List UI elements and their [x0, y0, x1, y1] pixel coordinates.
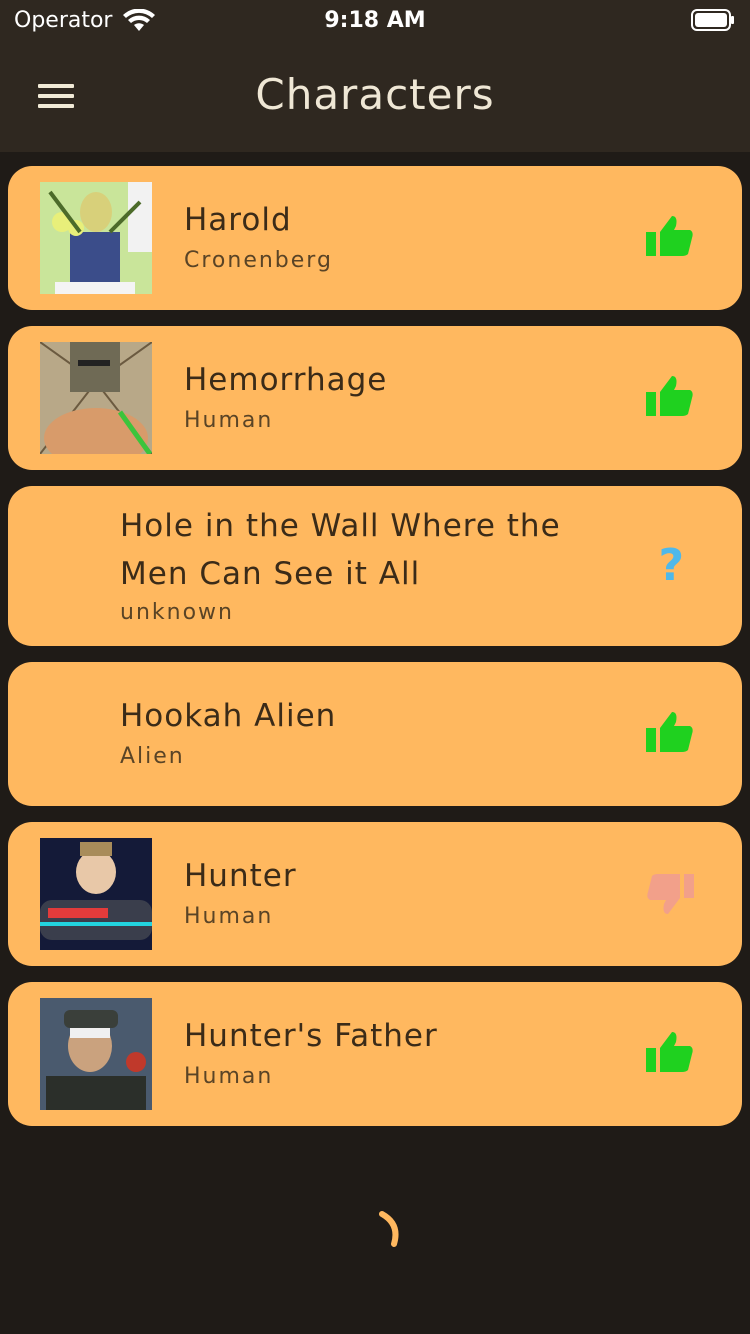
character-card[interactable]: Hemorrhage Human	[8, 326, 742, 470]
thumbs-up-icon	[646, 712, 693, 752]
character-species: Cronenberg	[184, 248, 333, 273]
thumbs-down-icon	[647, 874, 694, 914]
character-card[interactable]: Hookah Alien Alien	[8, 662, 742, 806]
character-avatar	[40, 838, 152, 950]
character-name: Harold	[184, 202, 292, 238]
character-avatar	[40, 182, 152, 294]
character-species: Human	[184, 1064, 274, 1089]
battery-icon	[691, 9, 734, 31]
character-card[interactable]: Harold Cronenberg	[8, 166, 742, 310]
character-card[interactable]: Hunter Human	[8, 822, 742, 966]
character-name: Hunter's Father	[184, 1018, 438, 1054]
character-name: Hole in the Wall Where the Men Can See i…	[120, 508, 561, 592]
loading-spinner-icon	[379, 1211, 399, 1247]
app-bar: Characters	[0, 42, 750, 152]
clock: 9:18 AM	[324, 8, 426, 33]
character-card[interactable]: Hole in the Wall Where the Men Can See i…	[8, 486, 742, 646]
character-species: Human	[184, 408, 274, 433]
character-species: Alien	[120, 744, 185, 769]
thumbs-up-icon	[646, 216, 693, 256]
character-name: Hemorrhage	[184, 362, 388, 398]
status-bar: Operator 9:18 AM	[0, 0, 750, 42]
page-title: Characters	[255, 70, 495, 119]
question-mark-icon: ?	[658, 540, 684, 591]
character-name: Hunter	[184, 858, 297, 894]
thumbs-up-icon	[646, 376, 693, 416]
character-species: unknown	[120, 600, 234, 625]
character-species: Human	[184, 904, 274, 929]
thumbs-up-icon	[646, 1032, 693, 1072]
character-name: Hookah Alien	[120, 698, 337, 734]
character-avatar	[40, 998, 152, 1110]
character-card[interactable]: Hunter's Father Human	[8, 982, 742, 1126]
character-avatar	[40, 342, 152, 454]
character-list: Harold Cronenberg Hemorrhage Human Hole …	[8, 166, 742, 1142]
